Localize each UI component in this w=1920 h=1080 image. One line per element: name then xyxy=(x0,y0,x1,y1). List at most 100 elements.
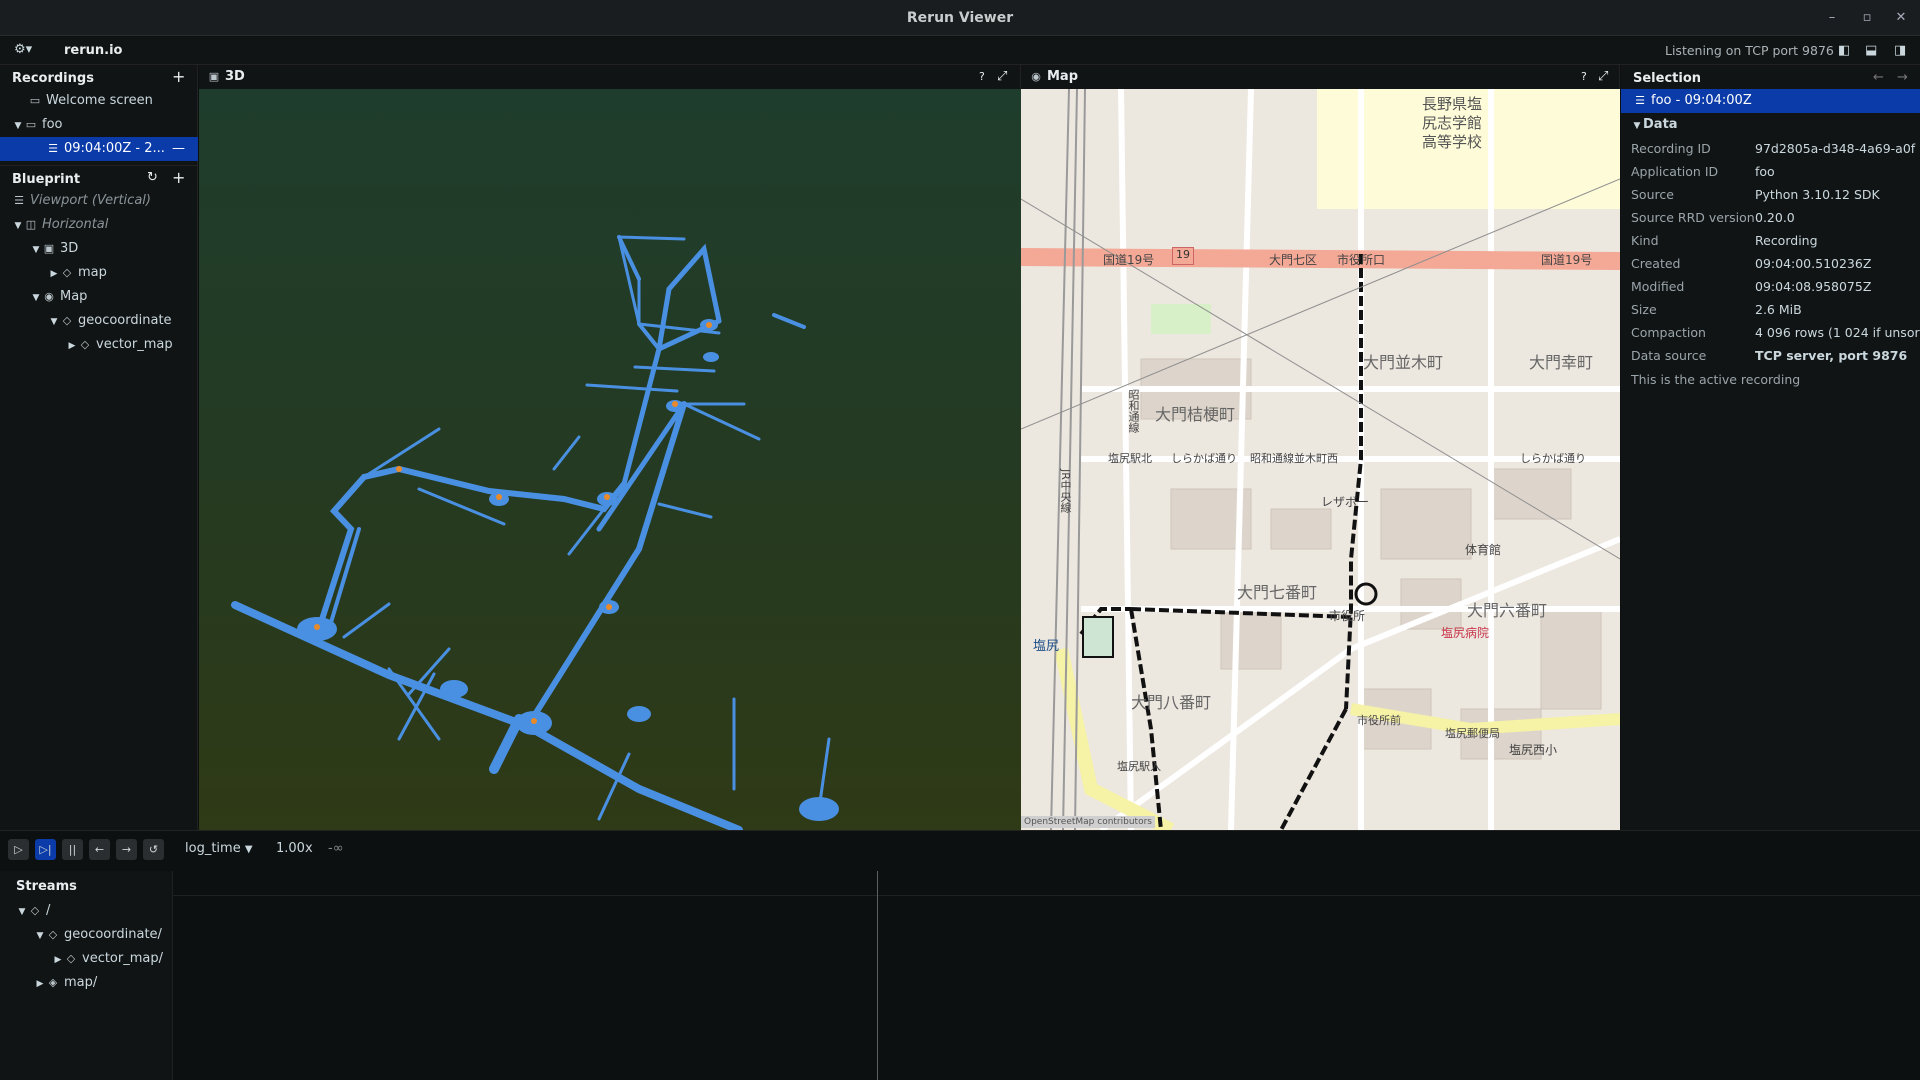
top-panel: ⚙▾ rerun.io Listening on TCP port 9876 ◧… xyxy=(0,37,1920,65)
follow-icon[interactable]: ▷| xyxy=(35,839,56,860)
chevron-down-icon[interactable]: ▼ xyxy=(30,286,42,310)
help-icon[interactable]: ? xyxy=(979,65,985,89)
marker-3d xyxy=(706,322,712,328)
restore-icon[interactable]: ▫ xyxy=(1858,9,1876,27)
property-value[interactable]: TCP server, port 9876 xyxy=(1755,344,1907,367)
stream-root[interactable]: ▼ ◇ / xyxy=(0,899,172,923)
map-label: 市役所口 xyxy=(1337,253,1386,267)
selected-item[interactable]: ☰ foo - 09:04:00Z xyxy=(1621,89,1920,113)
current-time[interactable]: -∞ xyxy=(328,841,344,856)
building-block xyxy=(1490,468,1572,520)
property-row: Recording ID 97d2805a-d348-4a69-a0f xyxy=(1621,137,1920,160)
stream-geocoordinate[interactable]: ▼ ◇ geocoordinate/ xyxy=(0,923,172,947)
stream-vector-map[interactable]: ▶ ◇ vector_map/ xyxy=(0,947,172,971)
property-key: Created xyxy=(1631,256,1681,271)
title-bar: Rerun Viewer – ▫ ✕ xyxy=(0,0,1920,36)
property-row: Kind Recording xyxy=(1621,229,1920,252)
add-view-icon[interactable]: + xyxy=(172,168,185,187)
building-block xyxy=(1380,488,1472,560)
status-text: Listening on TCP port 9876 xyxy=(1665,43,1834,58)
blueprint-map-view[interactable]: ▼ ◉ Map xyxy=(0,285,198,309)
minimize-icon[interactable]: – xyxy=(1823,9,1841,27)
blueprint-map-entity[interactable]: ▶ ◇ map xyxy=(0,261,198,285)
property-value: Python 3.10.12 SDK xyxy=(1755,187,1880,202)
app-menu-icon[interactable]: ⚙▾ xyxy=(14,42,32,57)
map-label: 大門六番町 xyxy=(1467,601,1548,620)
blueprint-label: 3D xyxy=(60,241,79,256)
chevron-down-icon[interactable]: ▼ xyxy=(30,238,42,262)
timeline-area[interactable] xyxy=(172,871,1920,1080)
play-icon[interactable]: ▷ xyxy=(8,839,29,860)
recording-foo[interactable]: ▼ ▭ foo xyxy=(0,113,198,137)
reset-icon[interactable]: ↻ xyxy=(147,170,158,185)
road-3d xyxy=(342,602,391,639)
map-attribution[interactable]: OpenStreetMap contributors xyxy=(1021,816,1155,828)
road-3d xyxy=(637,322,661,351)
junction-3d xyxy=(627,706,651,722)
chevron-down-icon[interactable]: ▼ xyxy=(16,900,28,924)
blueprint-viewport[interactable]: ☰ Viewport (Vertical) xyxy=(0,189,198,213)
recording-label: 09:04:00Z - 2... xyxy=(64,141,165,156)
maximize-icon[interactable]: ⤢ xyxy=(997,65,1007,89)
stream-label: geocoordinate/ xyxy=(64,927,162,942)
toggle-left-panel-icon[interactable]: ◧ xyxy=(1838,43,1850,58)
selection-header: Selection ← → xyxy=(1621,65,1920,89)
recording-instance[interactable]: ☰ 09:04:00Z - 2... — xyxy=(0,137,198,161)
help-icon[interactable]: ? xyxy=(1581,65,1587,89)
blueprint-horizontal[interactable]: ▼ ◫ Horizontal xyxy=(0,213,198,237)
road-3d xyxy=(585,383,679,393)
map-label: しらかば通り xyxy=(1520,452,1586,465)
blueprint-geocoordinate[interactable]: ▼ ◇ geocoordinate xyxy=(0,309,198,333)
marker-3d xyxy=(604,494,610,500)
road-3d xyxy=(617,235,641,281)
view3d-canvas[interactable] xyxy=(199,89,1021,830)
playback-speed[interactable]: 1.00x xyxy=(276,841,313,856)
blueprint-vector-map[interactable]: ▶ ◇ vector_map xyxy=(0,333,198,357)
streams-panel: Streams ▼ ◇ / ▼ ◇ geocoordinate/ ▶ ◇ vector_ma… xyxy=(0,871,172,1080)
timeline-label: log_time xyxy=(185,841,241,856)
blueprint-label: Map xyxy=(60,289,88,304)
forward-icon[interactable]: → xyxy=(1897,70,1908,85)
data-section-header[interactable]: ▼ Data xyxy=(1621,113,1920,137)
time-cursor[interactable] xyxy=(877,871,878,1080)
close-icon[interactable]: ✕ xyxy=(1892,9,1910,27)
pause-icon[interactable]: || xyxy=(62,839,83,860)
entity-icon: ◇ xyxy=(66,952,76,965)
add-recording-icon[interactable]: + xyxy=(172,67,185,86)
close-recording-icon[interactable]: — xyxy=(172,137,185,161)
toggle-right-panel-icon[interactable]: ◨ xyxy=(1894,43,1906,58)
chevron-right-icon[interactable]: ▶ xyxy=(52,948,64,972)
chevron-down-icon[interactable]: ▼ xyxy=(1631,114,1643,138)
chevron-down-icon[interactable]: ▼ xyxy=(12,114,24,138)
window-icon: ▭ xyxy=(25,118,37,131)
toggle-bottom-panel-icon[interactable]: ⬓ xyxy=(1865,43,1877,58)
building-block xyxy=(1220,608,1282,670)
chevron-down-icon[interactable]: ▼ xyxy=(34,924,46,948)
recording-welcome[interactable]: ▭ Welcome screen xyxy=(0,89,198,113)
chevron-down-icon[interactable]: ▼ xyxy=(12,214,24,238)
chevron-right-icon[interactable]: ▶ xyxy=(34,972,46,996)
back-icon[interactable]: ← xyxy=(1873,70,1884,85)
database-icon: ☰ xyxy=(1635,94,1645,107)
step-back-icon[interactable]: ← xyxy=(89,839,110,860)
chevron-down-icon[interactable]: ▼ xyxy=(48,310,60,334)
timeline-selector[interactable]: log_time ▼ xyxy=(185,841,253,856)
map-view-title: Map xyxy=(1047,69,1079,84)
timeline-divider xyxy=(173,895,1920,896)
map-label: 塩尻郵便局 xyxy=(1445,727,1500,740)
stream-map[interactable]: ▶ ◈ map/ xyxy=(0,971,172,995)
loop-icon[interactable]: ↺ xyxy=(143,839,164,860)
maximize-icon[interactable]: ⤢ xyxy=(1598,65,1608,89)
entity-icon: ◇ xyxy=(30,904,40,917)
property-value[interactable]: foo xyxy=(1755,160,1775,183)
chevron-right-icon[interactable]: ▶ xyxy=(66,334,78,358)
junction-3d xyxy=(440,680,468,698)
map-label: 体育館 xyxy=(1465,543,1502,557)
map-label: 大門並木町 xyxy=(1363,353,1444,372)
map-canvas[interactable]: 長野県塩 尻志学館 高等学校 国道19号 19 国道19号 大門七区 市役所口 … xyxy=(1021,89,1620,830)
blueprint-3d[interactable]: ▼ ▣ 3D xyxy=(0,237,198,261)
map-view-icon: ◉ xyxy=(1031,70,1041,83)
chevron-right-icon[interactable]: ▶ xyxy=(48,262,60,286)
junction-3d xyxy=(799,797,839,821)
step-forward-icon[interactable]: → xyxy=(116,839,137,860)
